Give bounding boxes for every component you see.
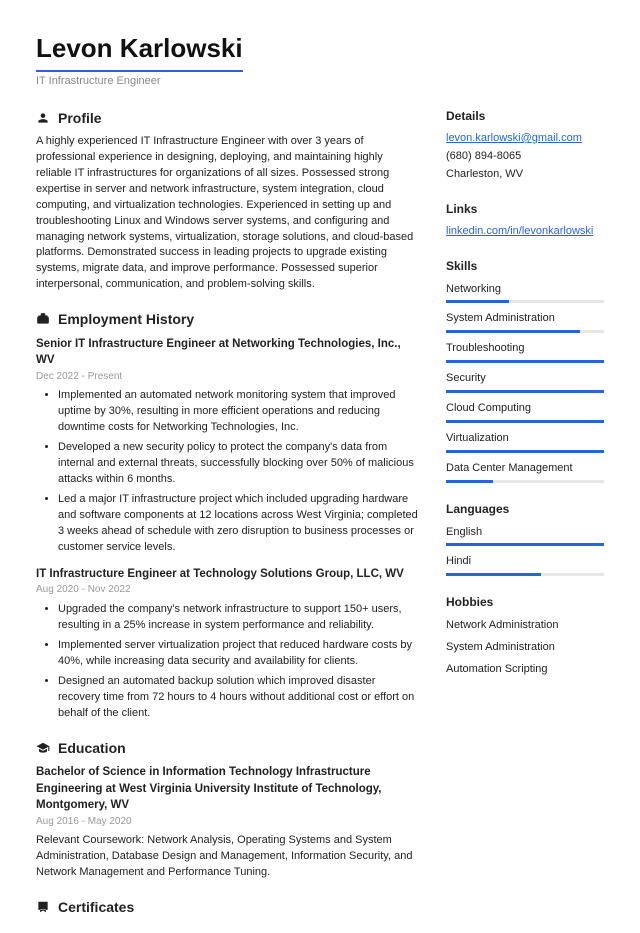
- skill-name: Networking: [446, 282, 604, 298]
- details-heading: Details: [446, 108, 604, 125]
- skill: English: [446, 525, 604, 547]
- skill-bar-fill: [446, 390, 604, 393]
- employment-heading: Employment History: [58, 309, 194, 329]
- skill-bar-fill: [446, 360, 604, 363]
- job: Senior IT Infrastructure Engineer at Net…: [36, 336, 418, 556]
- skill-bar: [446, 543, 604, 546]
- skills-section: Skills Networking System Administration Tr…: [446, 258, 604, 483]
- sidebar: Details levon.karlowski@gmail.com (680) …: [446, 108, 604, 933]
- job-dates: Aug 2020 - Nov 2022: [36, 583, 418, 598]
- skill-bar-fill: [446, 480, 493, 483]
- person-icon: [36, 111, 50, 125]
- bullet: Implemented server virtualization projec…: [58, 638, 418, 670]
- job-bullets: Implemented an automated network monitor…: [36, 388, 418, 555]
- skills-heading: Skills: [446, 258, 604, 275]
- skill-bar: [446, 390, 604, 393]
- skill-bar: [446, 573, 604, 576]
- skill: Networking: [446, 282, 604, 304]
- job-title: Senior IT Infrastructure Engineer at Net…: [36, 336, 418, 369]
- details-section: Details levon.karlowski@gmail.com (680) …: [446, 108, 604, 183]
- profile-text: A highly experienced IT Infrastructure E…: [36, 134, 418, 293]
- skill-bar: [446, 420, 604, 423]
- email-link[interactable]: levon.karlowski@gmail.com: [446, 132, 582, 144]
- skill-name: Virtualization: [446, 431, 604, 447]
- skill-name: Hindi: [446, 554, 604, 570]
- job-dates: Dec 2022 - Present: [36, 370, 418, 385]
- skill-bar-fill: [446, 450, 604, 453]
- skill: Hindi: [446, 554, 604, 576]
- skill-bar: [446, 480, 604, 483]
- languages-heading: Languages: [446, 501, 604, 518]
- hobby: Network Administration: [446, 618, 604, 634]
- skill-bar: [446, 450, 604, 453]
- certificate-icon: [36, 900, 50, 914]
- hobbies-section: Hobbies Network Administration System Adm…: [446, 594, 604, 677]
- hobby: Automation Scripting: [446, 662, 604, 678]
- skill-name: System Administration: [446, 311, 604, 327]
- hobby: System Administration: [446, 640, 604, 656]
- skill-bar-fill: [446, 330, 580, 333]
- hobbies-heading: Hobbies: [446, 594, 604, 611]
- job: IT Infrastructure Engineer at Technology…: [36, 566, 418, 722]
- certificates-section: Certificates: [36, 897, 418, 917]
- skill-bar-fill: [446, 543, 604, 546]
- graduation-icon: [36, 741, 50, 755]
- education-section: Education Bachelor of Science in Informa…: [36, 738, 418, 882]
- name: Levon Karlowski: [36, 30, 243, 72]
- skill-bar-fill: [446, 573, 541, 576]
- skill: System Administration: [446, 311, 604, 333]
- bullet: Designed an automated backup solution wh…: [58, 674, 418, 722]
- education-dates: Aug 2016 - May 2020: [36, 815, 418, 830]
- skill-bar: [446, 360, 604, 363]
- certificates-heading: Certificates: [58, 897, 134, 917]
- links-heading: Links: [446, 201, 604, 218]
- skill-name: Troubleshooting: [446, 341, 604, 357]
- main-column: Profile A highly experienced IT Infrastr…: [36, 108, 418, 933]
- skill: Troubleshooting: [446, 341, 604, 363]
- skill-bar-fill: [446, 300, 509, 303]
- skill: Data Center Management: [446, 461, 604, 483]
- employment-section: Employment History Senior IT Infrastruct…: [36, 309, 418, 721]
- linkedin-link[interactable]: linkedin.com/in/levonkarlowski: [446, 225, 593, 237]
- location: Charleston, WV: [446, 167, 604, 183]
- job-title-subtitle: IT Infrastructure Engineer: [36, 74, 604, 90]
- education-body: Relevant Coursework: Network Analysis, O…: [36, 833, 418, 881]
- job-title: IT Infrastructure Engineer at Technology…: [36, 566, 418, 583]
- briefcase-icon: [36, 312, 50, 326]
- skill-name: Security: [446, 371, 604, 387]
- header: Levon Karlowski IT Infrastructure Engine…: [36, 30, 604, 90]
- bullet: Developed a new security policy to prote…: [58, 440, 418, 488]
- job-bullets: Upgraded the company's network infrastru…: [36, 602, 418, 722]
- phone: (680) 894-8065: [446, 149, 604, 165]
- skill-bar-fill: [446, 420, 604, 423]
- skill-name: Cloud Computing: [446, 401, 604, 417]
- profile-heading: Profile: [58, 108, 102, 128]
- links-section: Links linkedin.com/in/levonkarlowski: [446, 201, 604, 240]
- languages-section: Languages English Hindi: [446, 501, 604, 576]
- education-title: Bachelor of Science in Information Techn…: [36, 764, 418, 814]
- bullet: Implemented an automated network monitor…: [58, 388, 418, 436]
- skill-name: English: [446, 525, 604, 541]
- skill-bar: [446, 330, 604, 333]
- bullet: Led a major IT infrastructure project wh…: [58, 492, 418, 556]
- bullet: Upgraded the company's network infrastru…: [58, 602, 418, 634]
- skill: Security: [446, 371, 604, 393]
- education-heading: Education: [58, 738, 126, 758]
- skill-name: Data Center Management: [446, 461, 604, 477]
- skill-bar: [446, 300, 604, 303]
- skill: Virtualization: [446, 431, 604, 453]
- profile-section: Profile A highly experienced IT Infrastr…: [36, 108, 418, 294]
- skill: Cloud Computing: [446, 401, 604, 423]
